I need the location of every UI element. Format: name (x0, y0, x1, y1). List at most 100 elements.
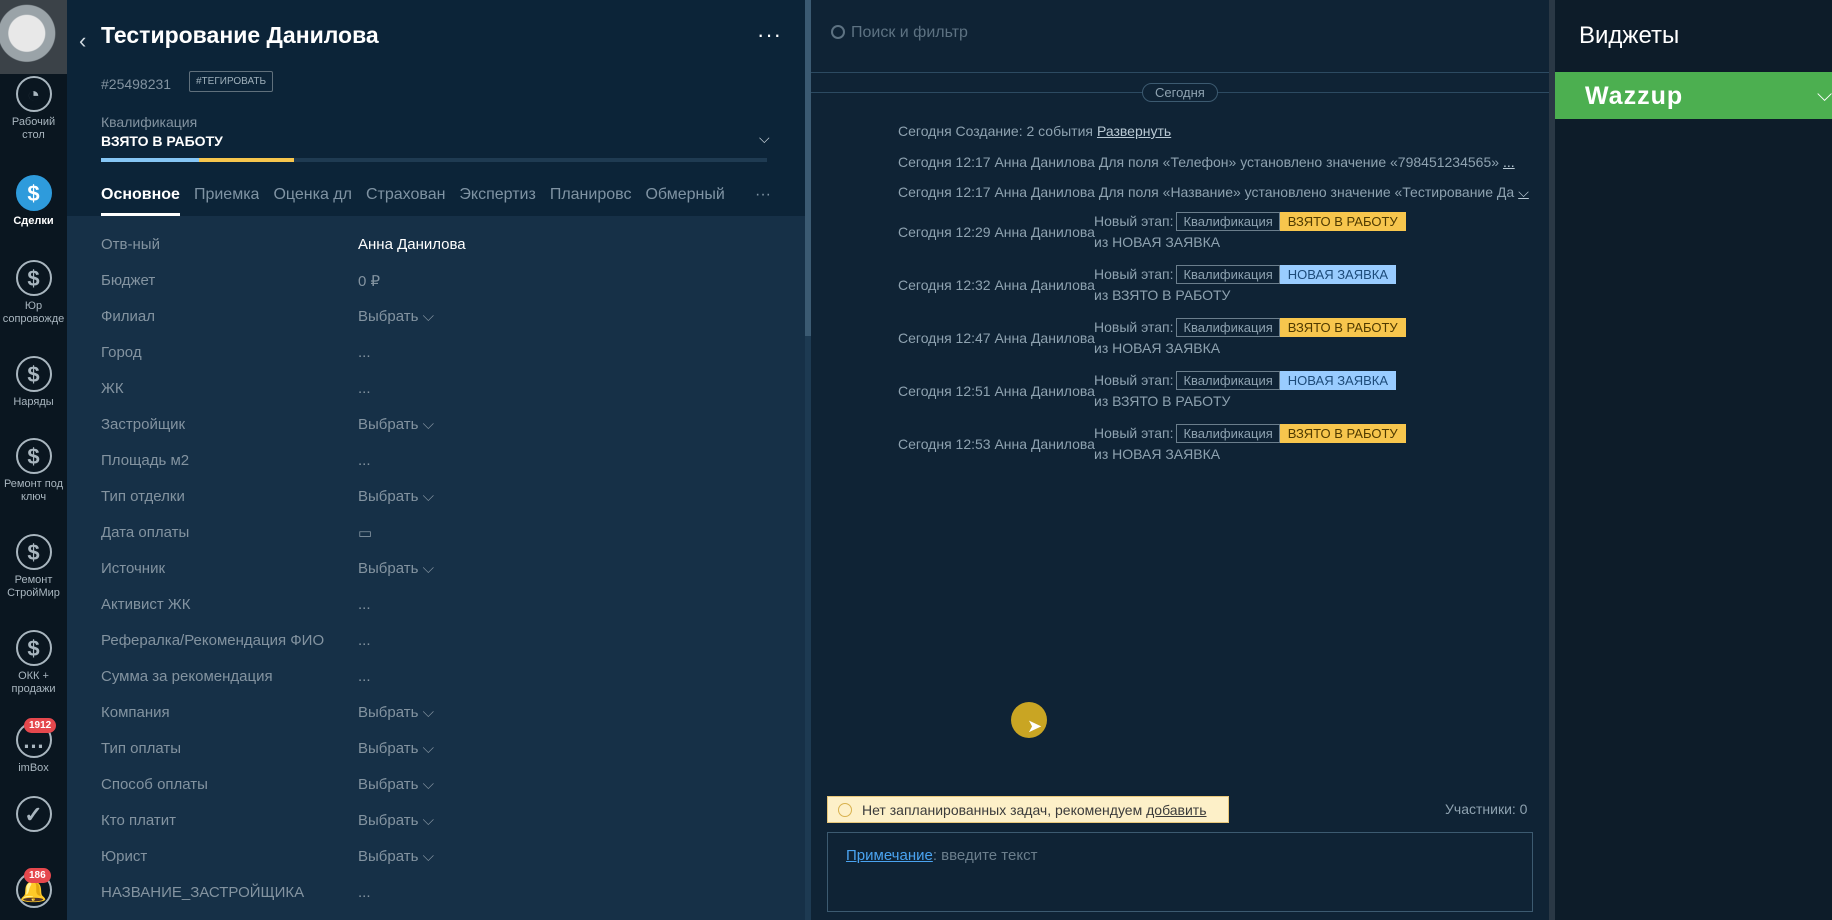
field-row: ЖК... (101, 380, 781, 416)
card-header: ‹ Тестирование Данилова ··· #25498231 #Т… (67, 0, 805, 216)
new-stage-label: Новый этап: (1094, 266, 1174, 282)
event-text: Сегодня 12:17 Анна Данилова Для поля «На… (898, 184, 1515, 200)
chevron-down-icon[interactable]: ⌵ (759, 130, 770, 147)
user-avatar[interactable] (0, 0, 67, 74)
event-text: Сегодня Создание: 2 события (898, 123, 1093, 139)
nav-label: Сделки (13, 215, 54, 227)
new-stage-label: Новый этап: (1094, 425, 1174, 441)
participants-count[interactable]: Участники: 0 (1445, 801, 1527, 817)
event-link[interactable]: ⌵ (1518, 184, 1529, 200)
nav-item-2[interactable]: $ Юр сопровожде (0, 260, 67, 326)
card-tabs: Основное Приемка Оценка дл Страхован Эксперт… (101, 186, 739, 216)
nav-label: Ремонт под ключ (3, 478, 64, 503)
field-value[interactable]: ... (358, 884, 371, 901)
field-value[interactable]: ... (358, 452, 371, 469)
field-value[interactable]: Выбрать ⌵ (358, 308, 434, 325)
pipeline-chip: Квалификация (1176, 371, 1280, 390)
field-value[interactable]: Выбрать ⌵ (358, 416, 434, 433)
tabs-more-icon[interactable]: ··· (755, 186, 771, 204)
event-from: из ВЗЯТО В РАБОТУ (1094, 287, 1231, 303)
field-label: Сумма за рекомендация (101, 668, 273, 685)
tab-4[interactable]: Экспертиз (459, 186, 535, 216)
field-value[interactable]: Выбрать ⌵ (358, 704, 434, 721)
dollar-icon: $ (15, 260, 52, 296)
widget-wazzup[interactable]: Wazzup ⌵ (1555, 72, 1832, 119)
event-when: Сегодня 12:47 Анна Данилова (898, 330, 1095, 346)
check-icon: ✓ (15, 796, 52, 832)
nav-item-6[interactable]: $ ОКК + продажи (0, 630, 67, 696)
field-label: Кто платит (101, 812, 176, 829)
field-value[interactable]: Выбрать ⌵ (358, 812, 434, 829)
stage-chip: ВЗЯТО В РАБОТУ (1279, 318, 1406, 337)
field-value[interactable]: Выбрать ⌵ (358, 776, 434, 793)
nav-item-5[interactable]: $ Ремонт СтройМир (0, 534, 67, 600)
field-row: НАЗВАНИЕ_ЗАСТРОЙЩИКА... (101, 884, 781, 920)
chevron-down-icon[interactable]: ⌵ (1817, 84, 1832, 107)
field-row: Способ оплаты Выбрать ⌵ (101, 776, 781, 812)
event-from: из ВЗЯТО В РАБОТУ (1094, 393, 1231, 409)
divider (811, 72, 1549, 73)
widget-name: Wazzup (1585, 82, 1684, 110)
back-icon[interactable]: ‹ (79, 28, 86, 54)
more-menu-icon[interactable]: ··· (757, 22, 782, 48)
nav-item-0[interactable]: ◔ Рабочий стол (0, 76, 67, 142)
field-label: Бюджет (101, 272, 156, 289)
nav-item-8[interactable]: ✓ (0, 796, 67, 836)
tab-2[interactable]: Оценка дл (273, 186, 352, 216)
event-link[interactable]: Развернуть (1097, 123, 1171, 139)
field-value[interactable]: ... (358, 632, 371, 649)
nav-item-3[interactable]: $ Наряды (0, 356, 67, 409)
search-input[interactable]: Поиск и фильтр (831, 24, 1531, 48)
tab-0[interactable]: Основное (101, 186, 180, 216)
deal-title[interactable]: Тестирование Данилова (101, 22, 379, 49)
feed-event: Сегодня 12:17 Анна Данилова Для поля «Те… (898, 154, 1515, 170)
new-stage-label: Новый этап: (1094, 213, 1174, 229)
stage-value[interactable]: ВЗЯТО В РАБОТУ (101, 133, 223, 149)
field-label: Город (101, 344, 142, 361)
field-row: Кто платит Выбрать ⌵ (101, 812, 781, 848)
field-value[interactable]: Анна Данилова (358, 236, 466, 253)
tag-button[interactable]: #ТЕГИРОВАТЬ (189, 71, 274, 92)
nav-item-4[interactable]: $ Ремонт под ключ (0, 438, 67, 504)
field-value[interactable]: ... (358, 380, 371, 397)
note-type-link[interactable]: Примечание (846, 847, 933, 864)
task-suggestion: Нет запланированных задач, рекомендуем д… (827, 796, 1229, 823)
add-task-link[interactable]: добавить (1146, 802, 1206, 818)
new-stage-label: Новый этап: (1094, 319, 1174, 335)
notification-badge: 186 (24, 868, 51, 883)
nav-item-7[interactable]: … imBox 1912 (0, 718, 67, 775)
field-row: Дата оплаты ▭ (101, 524, 781, 560)
field-value[interactable]: Выбрать ⌵ (358, 848, 434, 865)
field-value[interactable]: Выбрать ⌵ (358, 740, 434, 757)
nav-item-1[interactable]: $ Сделки (0, 175, 67, 228)
field-value[interactable]: ▭ (358, 524, 372, 542)
field-label: Филиал (101, 308, 156, 325)
field-value[interactable]: ... (358, 668, 371, 685)
deal-card: ‹ Тестирование Данилова ··· #25498231 #Т… (67, 0, 805, 920)
field-value[interactable]: Выбрать ⌵ (358, 560, 434, 577)
field-value[interactable]: ... (358, 344, 371, 361)
clock-icon (838, 803, 852, 817)
event-new-stage: Новый этап: Квалификация ВЗЯТО В РАБОТУ (1094, 424, 1406, 443)
tab-1[interactable]: Приемка (194, 186, 259, 216)
field-value[interactable]: Выбрать ⌵ (358, 488, 434, 505)
field-value[interactable]: ... (358, 596, 371, 613)
nav-label: Наряды (13, 396, 54, 408)
deal-id: #25498231 (101, 76, 172, 92)
event-when: Сегодня 12:51 Анна Данилова (898, 383, 1095, 399)
search-icon (831, 25, 845, 39)
nav-item-9[interactable]: 🔔 186 (0, 868, 67, 912)
field-label: Тип отделки (101, 488, 185, 505)
field-row: Площадь м2... (101, 452, 781, 488)
pipeline-chip: Квалификация (1176, 318, 1280, 337)
event-link[interactable]: ... (1503, 154, 1515, 170)
event-new-stage: Новый этап: Квалификация НОВАЯ ЗАЯВКА (1094, 371, 1397, 390)
tab-5[interactable]: Планировс (550, 186, 632, 216)
field-label: Юрист (101, 848, 148, 865)
note-input[interactable]: Примечание: введите текст (827, 832, 1533, 912)
tab-6[interactable]: Обмерный (645, 186, 724, 216)
field-row: Филиал Выбрать ⌵ (101, 308, 781, 344)
tab-3[interactable]: Страхован (366, 186, 445, 216)
feed-event: Сегодня Создание: 2 события Развернуть (898, 123, 1171, 139)
field-value[interactable]: 0 ₽ (358, 272, 380, 290)
